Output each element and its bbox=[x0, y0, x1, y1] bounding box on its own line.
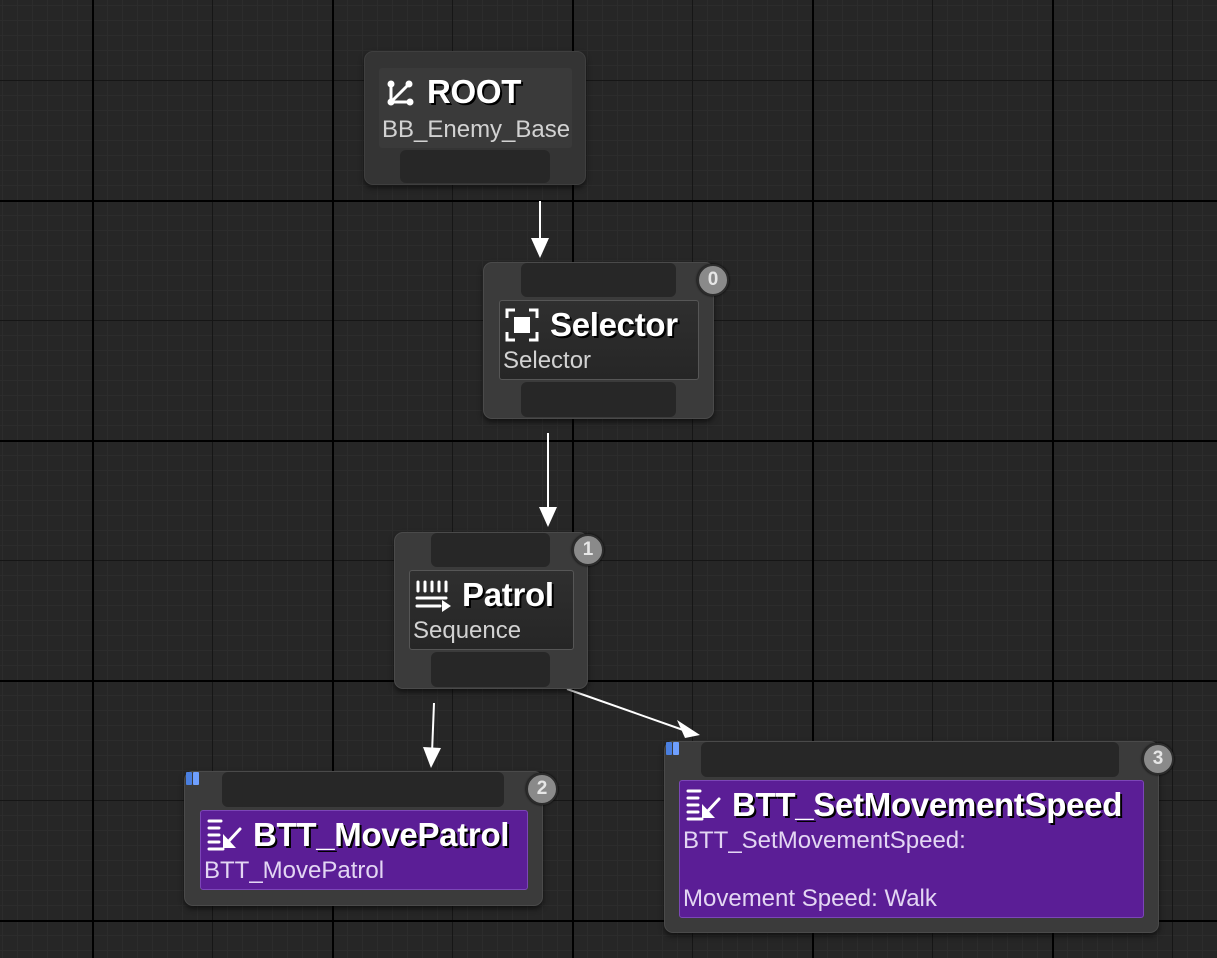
patrol-node[interactable]: Patrol Sequence 1 bbox=[394, 532, 604, 689]
wire-patrol-to-move-patrol[interactable] bbox=[423, 702, 441, 768]
selector-node[interactable]: Selector Selector 0 bbox=[483, 262, 729, 419]
wire-patrol-to-set-speed[interactable] bbox=[566, 688, 700, 738]
output-pin[interactable] bbox=[431, 652, 550, 687]
node-title: Selector bbox=[550, 306, 678, 343]
node-subtitle: BTT_SetMovementSpeed: bbox=[683, 827, 966, 854]
node-subtitle: BTT_MovePatrol bbox=[204, 857, 385, 884]
wire-selector-to-patrol[interactable] bbox=[539, 433, 557, 527]
input-pin[interactable] bbox=[521, 263, 676, 297]
root-icon bbox=[385, 76, 417, 108]
execution-index-badge: 2 bbox=[526, 773, 558, 805]
task-icon bbox=[205, 817, 243, 853]
execution-index-badge: 1 bbox=[572, 534, 604, 566]
patrol-node-body: Patrol Sequence bbox=[409, 570, 574, 650]
selector-node-body: Selector Selector bbox=[499, 300, 699, 380]
task-icon bbox=[684, 787, 722, 823]
node-property-detail: Movement Speed: Walk bbox=[683, 885, 937, 912]
sequence-icon bbox=[414, 578, 452, 612]
output-pin[interactable] bbox=[400, 150, 550, 183]
selector-icon bbox=[504, 307, 540, 343]
wire-root-to-selector[interactable] bbox=[531, 201, 549, 258]
execution-index-badge: 3 bbox=[1142, 743, 1174, 775]
breakpoint-flag-icon bbox=[666, 742, 680, 755]
input-pin[interactable] bbox=[222, 772, 504, 807]
input-pin[interactable] bbox=[431, 533, 550, 567]
node-title: Patrol bbox=[462, 576, 554, 613]
input-pin[interactable] bbox=[701, 742, 1119, 777]
output-pin[interactable] bbox=[521, 382, 676, 417]
node-subtitle: BB_Enemy_Base bbox=[382, 116, 571, 143]
execution-index-badge: 0 bbox=[697, 264, 729, 296]
set-movement-speed-node-body: BTT_SetMovementSpeed BTT_SetMovementSpee… bbox=[679, 780, 1144, 918]
node-title: BTT_MovePatrol bbox=[253, 816, 510, 853]
node-subtitle: Selector bbox=[503, 347, 592, 374]
move-patrol-node-body: BTT_MovePatrol BTT_MovePatrol bbox=[200, 810, 528, 890]
root-node-body: ROOT BB_Enemy_Base bbox=[379, 68, 572, 148]
node-title: BTT_SetMovementSpeed bbox=[732, 786, 1123, 823]
breakpoint-flag-icon bbox=[186, 772, 200, 785]
node-title: ROOT bbox=[427, 73, 522, 110]
node-subtitle: Sequence bbox=[413, 617, 522, 644]
root-node[interactable]: ROOT BB_Enemy_Base bbox=[364, 51, 586, 185]
set-movement-speed-task-node[interactable]: BTT_SetMovementSpeed BTT_SetMovementSpee… bbox=[664, 741, 1174, 933]
move-patrol-task-node[interactable]: BTT_MovePatrol BTT_MovePatrol 2 bbox=[184, 771, 558, 906]
